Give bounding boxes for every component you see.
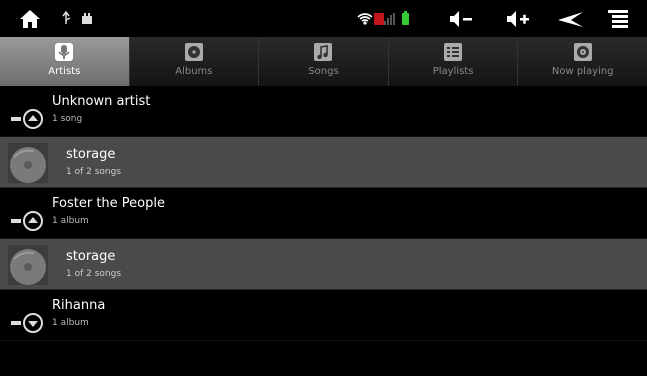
album-subtitle: 1 of 2 songs (66, 269, 122, 279)
list-item[interactable]: storage 1 of 2 songs (0, 239, 647, 290)
list-item[interactable]: storage 1 of 2 songs (0, 137, 647, 188)
artist-title: Foster the People (52, 196, 165, 211)
artist-subtitle: 1 song (52, 114, 83, 124)
album-art-icon (8, 143, 48, 183)
usb-icon (60, 10, 100, 28)
tab-playlists[interactable]: Playlists (389, 37, 519, 86)
tab-now-playing[interactable]: Now playing (518, 37, 647, 86)
list-item[interactable]: Foster the People 1 album (0, 188, 647, 239)
expand-icon[interactable] (11, 312, 47, 334)
back-icon[interactable] (556, 9, 586, 29)
album-title: storage (66, 249, 116, 264)
album-subtitle: 1 of 2 songs (66, 167, 122, 177)
album-icon (184, 43, 203, 61)
album-title: storage (66, 147, 116, 162)
menu-icon[interactable] (606, 8, 630, 30)
artist-title: Rihanna (52, 298, 106, 313)
collapse-icon[interactable] (11, 210, 47, 232)
wifi-signal-battery-icons (356, 10, 416, 28)
tab-songs[interactable]: Songs (259, 37, 389, 86)
status-bar (0, 0, 647, 37)
list-item[interactable]: Rihanna 1 album (0, 290, 647, 341)
microphone-icon (55, 43, 74, 61)
tab-label: Artists (48, 66, 81, 77)
now-playing-icon (573, 43, 592, 61)
volume-up-icon[interactable] (505, 9, 531, 29)
playlist-icon (444, 43, 463, 61)
artist-subtitle: 1 album (52, 318, 89, 328)
artist-title: Unknown artist (52, 94, 151, 109)
list-item[interactable]: Unknown artist 1 song (0, 86, 647, 137)
artist-subtitle: 1 album (52, 216, 89, 226)
tab-label: Albums (175, 66, 213, 77)
tab-label: Playlists (432, 66, 474, 77)
collapse-icon[interactable] (11, 108, 47, 130)
tab-label: Songs (308, 66, 339, 77)
music-note-icon (314, 43, 333, 61)
tab-label: Now playing (551, 66, 614, 77)
artist-list: Unknown artist 1 song storage 1 of 2 son… (0, 86, 647, 341)
home-icon[interactable] (18, 9, 42, 29)
album-art-icon (8, 245, 48, 285)
tab-albums[interactable]: Albums (130, 37, 260, 86)
tab-bar: Artists Albums Songs Playlists Now playi… (0, 37, 647, 86)
volume-down-icon[interactable] (448, 9, 474, 29)
tab-artists[interactable]: Artists (0, 37, 130, 86)
